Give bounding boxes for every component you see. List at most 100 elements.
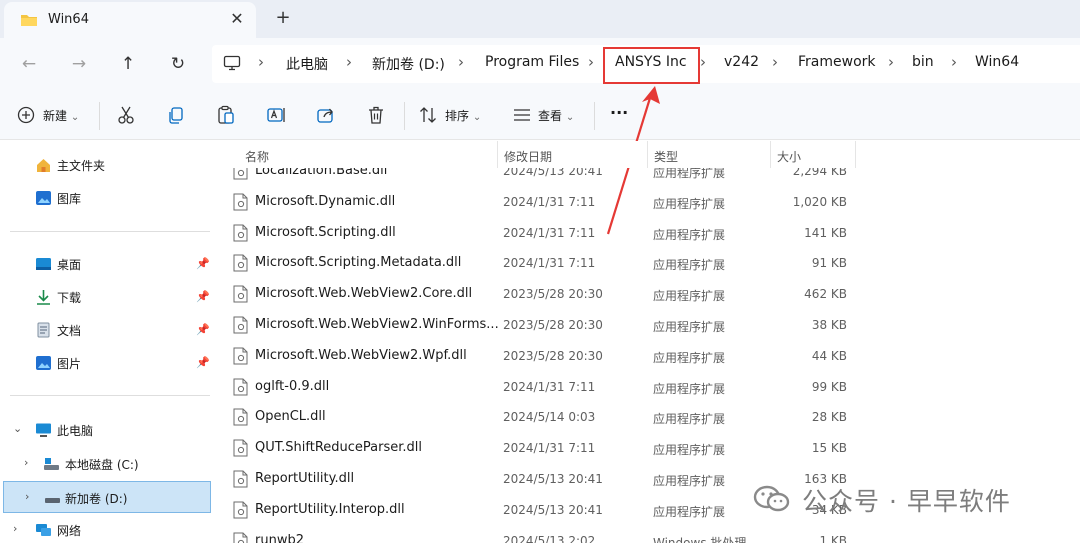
file-row[interactable]: oglft-0.9.dll 2024/1/31 7:11 应用程序扩展 99 KB: [214, 372, 1080, 403]
paste-icon[interactable]: [215, 104, 237, 126]
file-size: 462 KB: [804, 287, 847, 302]
sidebar-item-new-volume-d[interactable]: › 新加卷 (D:): [3, 481, 211, 513]
file-name: ReportUtility.dll: [255, 471, 355, 486]
cut-icon[interactable]: [115, 104, 137, 126]
file-row[interactable]: Microsoft.Web.WebView2.WinForms... 2023/5…: [214, 310, 1080, 341]
file-type: 应用程序扩展: [653, 381, 726, 396]
file-type: 应用程序扩展: [653, 227, 726, 242]
file-row[interactable]: Microsoft.Scripting.dll 2024/1/31 7:11 应用程…: [214, 218, 1080, 249]
sidebar-item-this-pc[interactable]: ⌄ 此电脑: [0, 414, 213, 446]
navigation-pane: 主文件夹 图库 桌面 📌 下载 📌 文档 📌 图片 📌 ⌄ 此电脑 › 本地磁盘…: [0, 141, 213, 543]
rename-icon[interactable]: [265, 104, 287, 126]
copy-icon[interactable]: [165, 104, 187, 126]
file-row[interactable]: runwb2 2024/5/13 2:02 Windows 批处理... 1 KB: [214, 526, 1080, 543]
sidebar-item-gallery[interactable]: 图库: [0, 182, 213, 214]
pin-icon: 📌: [196, 257, 210, 270]
file-row[interactable]: Microsoft.Web.WebView2.Wpf.dll 2023/5/28 …: [214, 341, 1080, 372]
file-name: runwb2: [255, 532, 304, 543]
chevron-down-icon[interactable]: ⌄: [13, 422, 22, 435]
sidebar-divider: [10, 395, 210, 396]
refresh-button[interactable]: ↻: [164, 50, 192, 78]
breadcrumb-framework[interactable]: Framework: [798, 54, 876, 70]
breadcrumb-separator[interactable]: ›: [458, 53, 464, 71]
sidebar-item-desktop[interactable]: 桌面 📌: [0, 248, 213, 280]
breadcrumb-bin[interactable]: bin: [912, 54, 934, 70]
breadcrumb-separator[interactable]: ›: [588, 53, 594, 71]
file-name: oglft-0.9.dll: [255, 378, 330, 394]
back-button[interactable]: ←: [15, 50, 43, 78]
column-divider[interactable]: [855, 141, 856, 168]
column-date[interactable]: 修改日期: [504, 148, 552, 165]
sidebar-item-label: 下载: [57, 291, 82, 305]
chevron-down-icon: ⌄: [565, 112, 575, 123]
file-row[interactable]: Microsoft.Scripting.Metadata.dll 2024/1/3…: [214, 248, 1080, 279]
breadcrumb-separator[interactable]: ›: [258, 53, 264, 71]
file-row[interactable]: Microsoft.Web.WebView2.Core.dll 2023/5/28…: [214, 279, 1080, 310]
chevron-right-icon[interactable]: ›: [13, 522, 17, 535]
sidebar-item-network[interactable]: › 网络: [0, 514, 213, 543]
breadcrumb-separator[interactable]: ›: [346, 53, 352, 71]
chevron-right-icon[interactable]: ›: [25, 490, 29, 503]
file-row[interactable]: Microsoft.Dynamic.dll 2024/1/31 7:11 应用程序扩…: [214, 187, 1080, 218]
breadcrumb-separator[interactable]: ›: [888, 53, 894, 71]
dll-file-icon: [233, 193, 248, 211]
file-date: 2024/1/31 7:11: [503, 256, 596, 271]
desktop-icon: [36, 258, 51, 270]
delete-icon[interactable]: [365, 104, 387, 126]
file-row[interactable]: QUT.ShiftReduceParser.dll 2024/1/31 7:11 应…: [214, 433, 1080, 464]
view-button[interactable]: 查看 ⌄: [538, 105, 574, 127]
file-type: 应用程序扩展: [653, 474, 726, 488]
column-divider[interactable]: [647, 141, 648, 168]
column-divider[interactable]: [770, 141, 771, 168]
tab-title: Win64: [48, 12, 89, 27]
watermark-text: 公众号 · 早早软件: [802, 487, 1011, 516]
file-size: 15 KB: [811, 441, 847, 456]
sidebar-item-local-disk-c[interactable]: › 本地磁盘 (C:): [0, 448, 213, 480]
sidebar-item-label: 主文件夹: [57, 159, 106, 173]
breadcrumb-program-files[interactable]: Program Files: [485, 54, 579, 70]
pictures-icon: [36, 356, 51, 370]
forward-button[interactable]: →: [65, 50, 93, 78]
sidebar-item-documents[interactable]: 文档 📌: [0, 314, 213, 346]
breadcrumb-separator[interactable]: ›: [772, 53, 778, 71]
breadcrumb-separator[interactable]: ›: [951, 53, 957, 71]
breadcrumb-separator[interactable]: ›: [700, 53, 706, 71]
wechat-icon: [753, 485, 790, 512]
file-name: QUT.ShiftReduceParser.dll: [255, 440, 423, 456]
chevron-right-icon[interactable]: ›: [24, 456, 28, 469]
file-type: 应用程序扩展: [653, 320, 726, 334]
column-divider[interactable]: [497, 141, 498, 168]
breadcrumb-win64[interactable]: Win64: [975, 54, 1019, 70]
sidebar-item-home[interactable]: 主文件夹: [0, 149, 213, 181]
tab-win64[interactable]: Win64 ✕: [4, 2, 256, 38]
dll-file-icon: [233, 285, 248, 303]
sidebar-divider: [10, 231, 210, 232]
sidebar-item-downloads[interactable]: 下载 📌: [0, 281, 213, 313]
breadcrumb-v242[interactable]: v242: [724, 54, 759, 70]
sidebar-item-label: 图库: [57, 192, 82, 206]
close-tab-button[interactable]: ✕: [226, 8, 248, 30]
breadcrumb-this-pc[interactable]: 此电脑: [286, 54, 328, 74]
chevron-down-icon: ⌄: [472, 112, 482, 123]
share-icon[interactable]: [315, 104, 337, 126]
file-size: 141 KB: [804, 225, 847, 240]
new-button[interactable]: 新建 ⌄: [43, 105, 79, 127]
up-button[interactable]: ↑: [114, 50, 142, 78]
file-name: Microsoft.Web.WebView2.Wpf.dll: [255, 347, 467, 363]
sidebar-item-label: 桌面: [57, 258, 82, 272]
new-tab-button[interactable]: +: [271, 6, 295, 30]
sort-button[interactable]: 排序 ⌄: [445, 105, 481, 127]
file-name: Microsoft.Dynamic.dll: [255, 193, 396, 209]
sidebar-item-pictures[interactable]: 图片 📌: [0, 347, 213, 379]
file-type: 应用程序扩展: [653, 196, 726, 211]
column-size[interactable]: 大小: [777, 148, 801, 165]
file-row[interactable]: OpenCL.dll 2024/5/14 0:03 应用程序扩展 28 KB: [214, 402, 1080, 433]
file-type: 应用程序扩展: [653, 350, 726, 365]
more-options-button[interactable]: ···: [610, 102, 628, 124]
column-type[interactable]: 类型: [654, 148, 678, 165]
file-size: 28 KB: [811, 410, 847, 425]
column-header: ⌃ 名称 修改日期 类型 大小: [214, 141, 1080, 168]
column-name[interactable]: 名称: [245, 148, 269, 165]
breadcrumb-d-drive[interactable]: 新加卷 (D:): [372, 54, 445, 74]
file-name: Microsoft.Web.WebView2.WinForms...: [255, 317, 499, 332]
